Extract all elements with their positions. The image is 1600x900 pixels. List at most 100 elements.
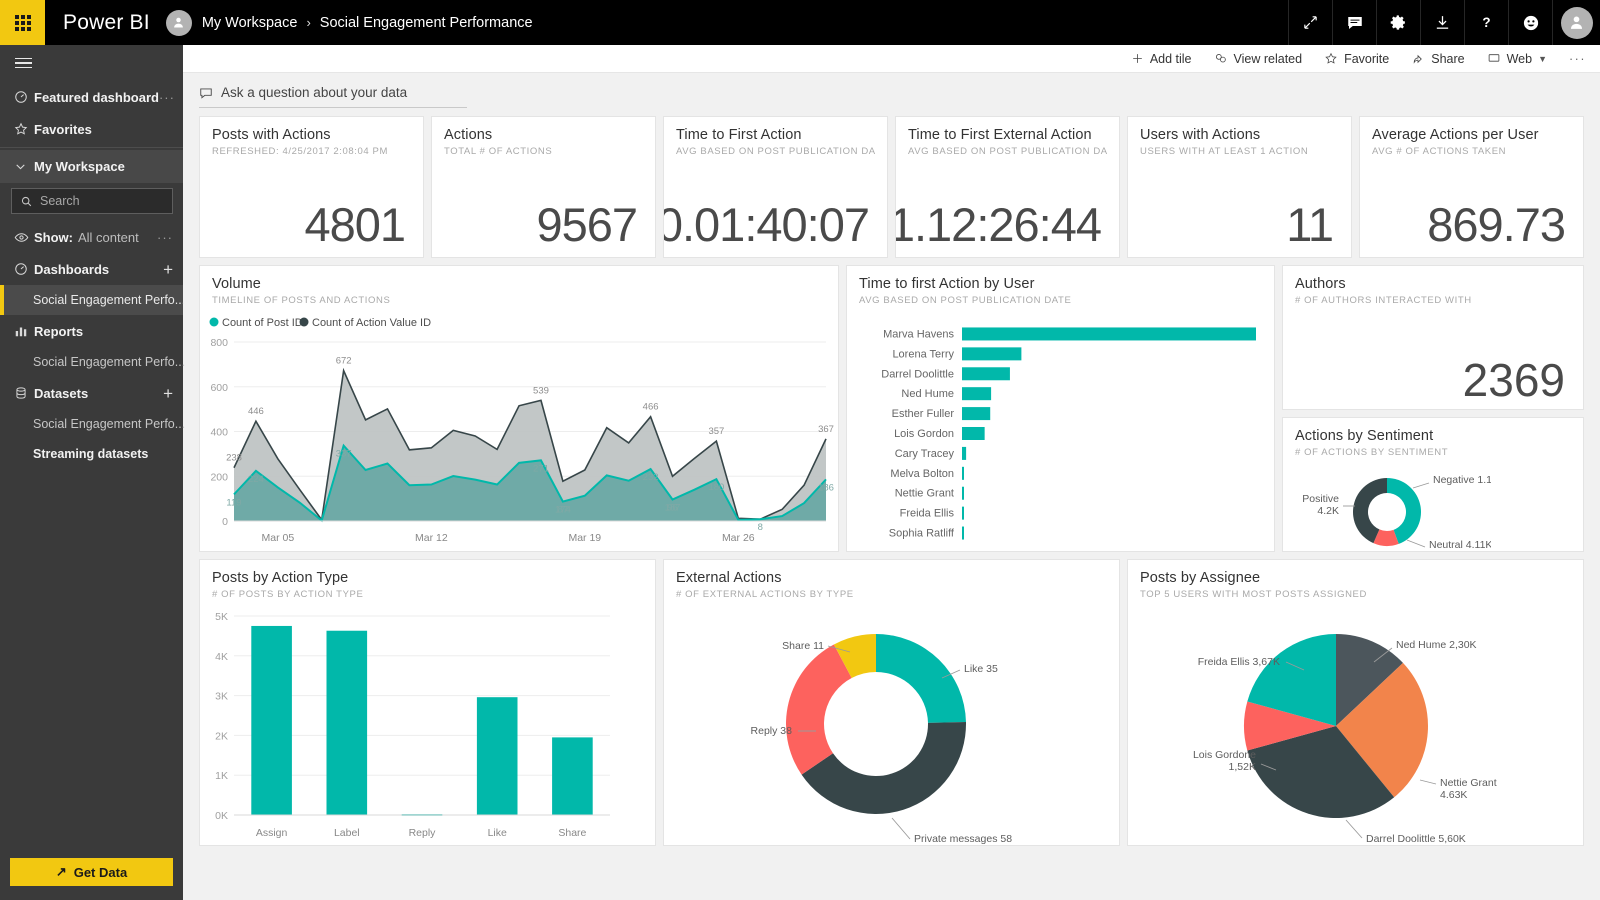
sidebar-child-label: Social Engagement Perfo... <box>33 355 185 369</box>
svg-text:Lois Gordon: Lois Gordon <box>894 428 954 440</box>
sidebar-show-value: All content <box>78 230 139 245</box>
app-launcher-button[interactable] <box>0 0 45 45</box>
sidebar-item-dataset-social-engagement[interactable]: Social Engagement Perfo... <box>0 409 183 439</box>
tile-volume[interactable]: Volume TIMELINE OF POSTS AND ACTIONS Cou… <box>199 265 839 552</box>
help-icon[interactable]: ? <box>1464 0 1508 45</box>
tile-header: Time to first Action by User AVG BASED O… <box>847 266 1274 306</box>
svg-text:Label: Label <box>334 827 360 839</box>
gear-icon[interactable] <box>1376 0 1420 45</box>
expand-icon[interactable] <box>1288 0 1332 45</box>
kpi-value: 9567 <box>536 201 637 248</box>
user-avatar-button[interactable] <box>1552 0 1600 45</box>
svg-text:4.2K: 4.2K <box>1317 505 1339 517</box>
sidebar-collapse-button[interactable] <box>0 45 183 81</box>
tile-posts-by-action-type[interactable]: Posts by Action Type # OF POSTS BY ACTIO… <box>199 559 656 846</box>
command-label: Web <box>1507 52 1532 66</box>
svg-text:96: 96 <box>667 503 678 514</box>
sidebar-item-report-social-engagement[interactable]: Social Engagement Perfo... <box>0 347 183 377</box>
tile-actions-by-sentiment[interactable]: Actions by Sentiment # OF ACTIONS BY SEN… <box>1282 417 1584 552</box>
svg-text:4.63K: 4.63K <box>1440 789 1467 801</box>
more-options-button[interactable]: ··· <box>1558 45 1586 73</box>
chevron-down-icon <box>14 160 34 173</box>
sidebar-section-datasets[interactable]: Datasets + <box>0 377 183 409</box>
kpi-tile-time-to-first-action[interactable]: Time to First Action AVG BASED ON POST P… <box>663 116 888 258</box>
kpi-tile-average-actions-per-user[interactable]: Average Actions per User AVG # OF ACTION… <box>1359 116 1584 258</box>
svg-text:Esther Fuller: Esther Fuller <box>892 408 955 420</box>
tile-time-to-first-action-by-user[interactable]: Time to first Action by User AVG BASED O… <box>846 265 1275 552</box>
svg-text:Share: Share <box>558 827 586 839</box>
sidebar-item-streaming-datasets[interactable]: Streaming datasets <box>0 439 183 469</box>
ttfa-chart[interactable]: Marva HavensLorena TerryDarrel Doolittle… <box>847 310 1274 551</box>
feedback-icon[interactable] <box>1332 0 1376 45</box>
kpi-tile-posts-with-actions[interactable]: Posts with Actions REFRESHED: 4/25/2017 … <box>199 116 424 258</box>
kpi-tile-users-with-actions[interactable]: Users with Actions USERS WITH AT LEAST 1… <box>1127 116 1352 258</box>
tile-subtitle: USERS WITH AT LEAST 1 ACTION <box>1140 146 1339 157</box>
breadcrumb-separator: › <box>306 15 310 30</box>
svg-text:224: 224 <box>248 474 264 485</box>
top-bar: Power BI My Workspace › Social Engagemen… <box>0 0 1600 45</box>
tile-external-actions[interactable]: External Actions # OF EXTERNAL ACTIONS B… <box>663 559 1120 846</box>
sidebar-item-more-icon[interactable]: ··· <box>159 90 175 105</box>
add-tile-button[interactable]: Add tile <box>1120 45 1203 73</box>
sidebar-child-label: Social Engagement Perfo... <box>33 293 185 307</box>
get-data-label: Get Data <box>74 865 127 880</box>
breadcrumb-workspace[interactable]: My Workspace <box>202 15 298 31</box>
left-sidebar: Featured dashboard ··· Favorites My Work… <box>0 45 183 900</box>
hamburger-icon <box>15 55 32 72</box>
web-view-button[interactable]: Web ▼ <box>1476 45 1558 73</box>
svg-text:466: 466 <box>643 402 659 413</box>
star-icon <box>14 122 34 136</box>
svg-text:Count of Action Value ID: Count of Action Value ID <box>312 317 431 329</box>
tile-title: Volume <box>212 276 826 292</box>
svg-text:186: 186 <box>818 482 834 493</box>
right-column: Authors # OF AUTHORS INTERACTED WITH 236… <box>1282 265 1584 552</box>
sidebar-show-filter[interactable]: Show: All content ··· <box>0 221 183 253</box>
tile-posts-by-assignee[interactable]: Posts by Assignee TOP 5 USERS WITH MOST … <box>1127 559 1584 846</box>
sidebar-show-more-icon[interactable]: ··· <box>157 230 173 245</box>
tile-header: Average Actions per User AVG # OF ACTION… <box>1360 117 1583 157</box>
sidebar-item-dashboard-social-engagement[interactable]: Social Engagement Perfo... <box>0 285 183 315</box>
share-button[interactable]: Share <box>1400 45 1475 73</box>
svg-text:Cary Tracey: Cary Tracey <box>895 448 955 460</box>
sidebar-item-featured-dashboard[interactable]: Featured dashboard ··· <box>0 81 183 113</box>
svg-text:800: 800 <box>210 337 228 349</box>
smiley-icon[interactable] <box>1508 0 1552 45</box>
sentiment-chart[interactable]: Positive4.2KNegative 1.15KNeutral 4.11K <box>1283 462 1583 551</box>
tile-title: Users with Actions <box>1140 127 1339 143</box>
kpi-tile-actions[interactable]: Actions TOTAL # OF ACTIONS 9567 <box>431 116 656 258</box>
sidebar-item-favorites[interactable]: Favorites <box>0 113 183 145</box>
tile-subtitle: # OF ACTIONS BY SENTIMENT <box>1295 447 1571 458</box>
related-icon <box>1214 52 1228 65</box>
svg-text:0: 0 <box>222 516 228 528</box>
add-dashboard-icon[interactable]: + <box>163 261 173 278</box>
user-avatar-icon <box>1561 7 1593 39</box>
search-box[interactable] <box>11 188 173 214</box>
sidebar-workspace-toggle[interactable]: My Workspace <box>0 150 183 183</box>
tile-grid: Posts with Actions REFRESHED: 4/25/2017 … <box>183 116 1600 900</box>
tile-header: Time to First External Action AVG BASED … <box>896 117 1119 157</box>
favorite-button[interactable]: Favorite <box>1313 45 1400 73</box>
download-icon[interactable] <box>1420 0 1464 45</box>
breadcrumb-dashboard[interactable]: Social Engagement Performance <box>320 15 533 31</box>
external-actions-chart[interactable]: Like 35Private messages 58Reply 38Share … <box>664 604 1119 845</box>
tile-subtitle: TIMELINE OF POSTS AND ACTIONS <box>212 295 826 306</box>
qna-box[interactable]: Ask a question about your data <box>199 85 467 108</box>
sidebar-workspace-label: My Workspace <box>34 159 125 174</box>
search-input[interactable] <box>40 194 164 208</box>
view-related-button[interactable]: View related <box>1203 45 1314 73</box>
get-data-button[interactable]: ↗ Get Data <box>10 858 173 886</box>
svg-text:357: 357 <box>708 426 724 437</box>
sidebar-section-reports[interactable]: Reports <box>0 315 183 347</box>
assignee-chart[interactable]: Ned Hume 2,30KNettie Grant4.63KDarrel Do… <box>1128 604 1583 845</box>
add-dataset-icon[interactable]: + <box>163 385 173 402</box>
svg-text:180: 180 <box>708 482 724 493</box>
plus-icon <box>1131 52 1144 65</box>
kpi-tile-time-to-first-external-action[interactable]: Time to First External Action AVG BASED … <box>895 116 1120 258</box>
sidebar-section-dashboards[interactable]: Dashboards + <box>0 253 183 285</box>
action-type-chart[interactable]: 0K1K2K3K4K5KAssignLabelReplyLikeShare <box>200 604 655 845</box>
volume-chart[interactable]: Count of Post IDCount of Action Value ID… <box>200 310 838 551</box>
svg-text:Sophia Ratliff: Sophia Ratliff <box>889 528 955 540</box>
svg-text:119: 119 <box>226 497 241 508</box>
svg-text:87: 87 <box>558 505 569 516</box>
tile-authors[interactable]: Authors # OF AUTHORS INTERACTED WITH 236… <box>1282 265 1584 410</box>
